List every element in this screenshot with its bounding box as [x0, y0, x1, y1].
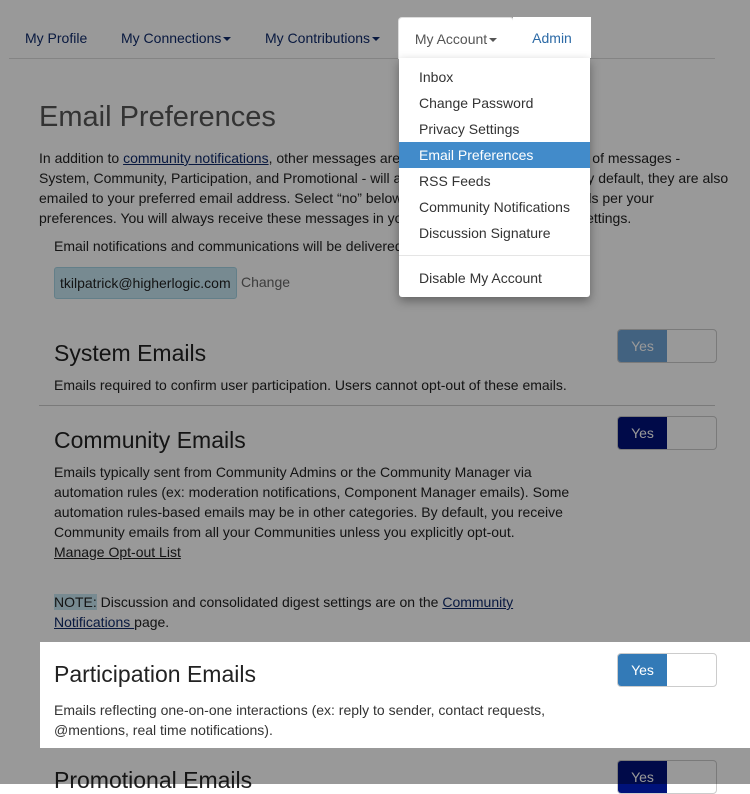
participation-emails-desc: Emails reflecting one-on-one interaction…: [54, 702, 546, 738]
participation-emails-section: Participation Emails Emails reflecting o…: [40, 642, 750, 748]
caret-down-icon: [489, 38, 498, 43]
participation-emails-title: Participation Emails: [54, 661, 256, 687]
menu-item-privacy-settings[interactable]: Privacy Settings: [399, 116, 590, 142]
menu-item-disable-account[interactable]: Disable My Account: [399, 265, 590, 291]
nav-label: My Account: [414, 31, 488, 47]
nav-admin[interactable]: Admin: [513, 17, 591, 58]
nav-my-account[interactable]: My Account: [398, 17, 514, 59]
menu-item-inbox[interactable]: Inbox: [399, 64, 590, 90]
menu-item-community-notifications[interactable]: Community Notifications: [399, 194, 590, 220]
toggle-yes: Yes: [618, 654, 667, 686]
participation-emails-toggle[interactable]: Yes: [617, 653, 717, 687]
menu-item-rss-feeds[interactable]: RSS Feeds: [399, 168, 590, 194]
my-account-dropdown: Inbox Change Password Privacy Settings E…: [399, 58, 590, 297]
menu-item-discussion-signature[interactable]: Discussion Signature: [399, 220, 590, 246]
nav-label: Admin: [532, 30, 572, 46]
menu-item-change-password[interactable]: Change Password: [399, 90, 590, 116]
menu-item-email-preferences[interactable]: Email Preferences: [399, 142, 590, 168]
menu-divider: [399, 255, 590, 256]
